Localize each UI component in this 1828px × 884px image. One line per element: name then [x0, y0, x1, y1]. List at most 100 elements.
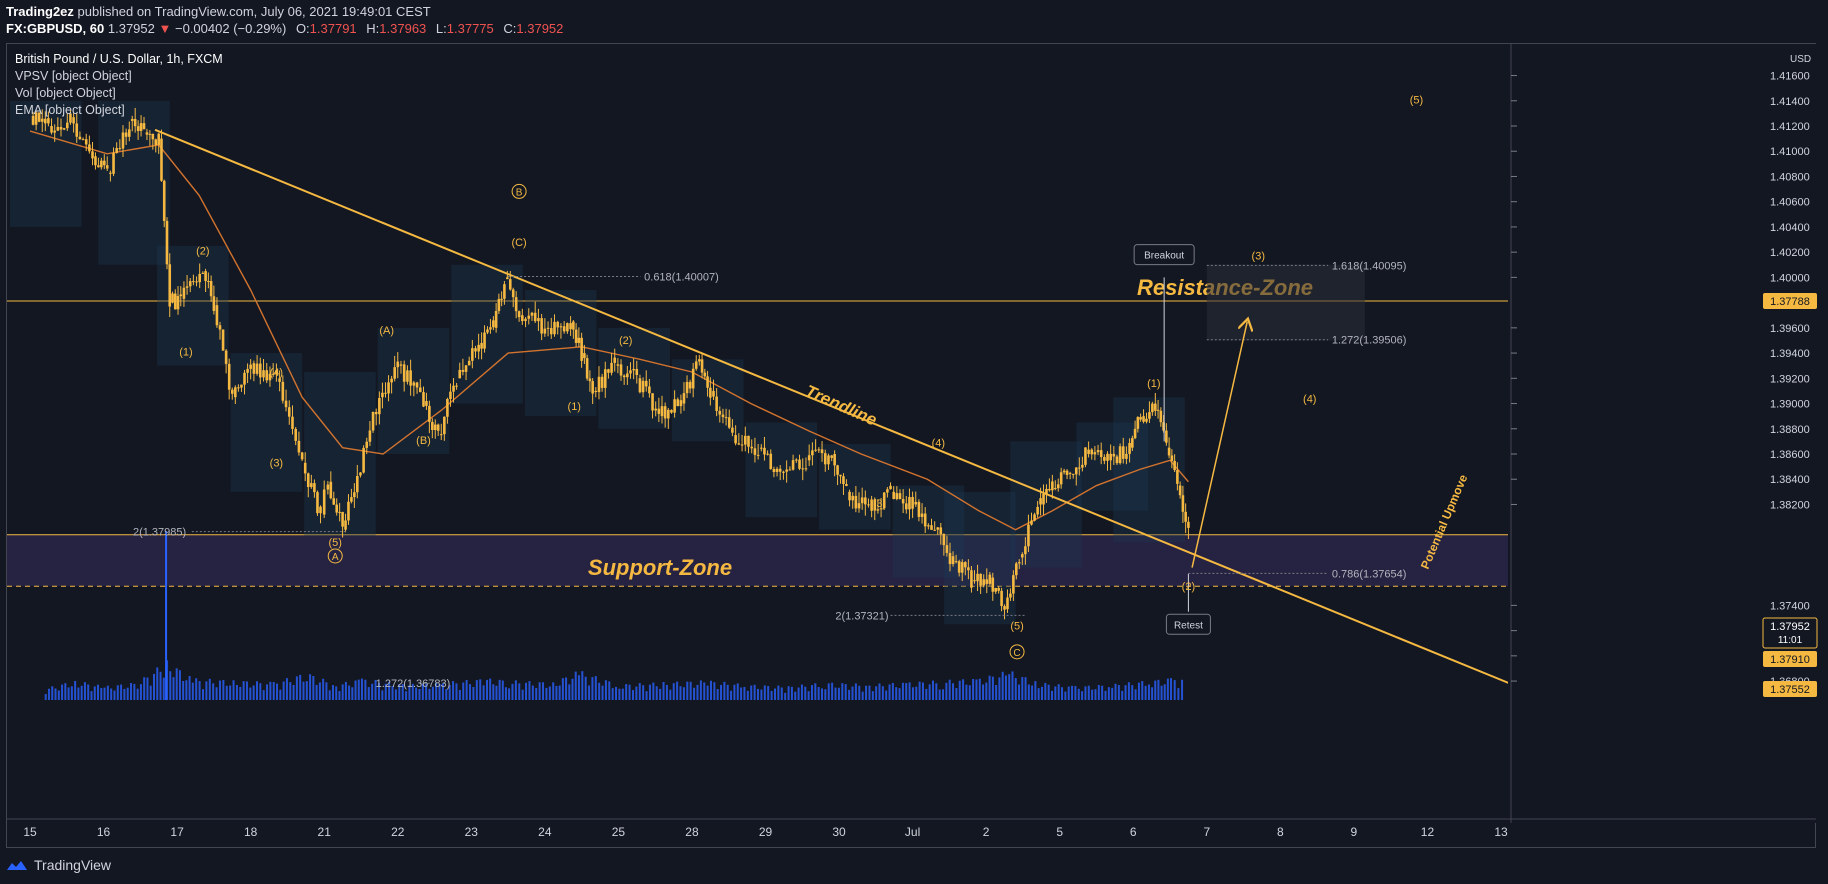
candle-body — [204, 271, 207, 282]
candle-body — [945, 545, 949, 553]
volume-bar — [1044, 682, 1047, 700]
fib-level-label: 0.786(1.37654) — [1332, 568, 1407, 580]
legend-ema[interactable]: EMA [object Object] — [15, 103, 125, 117]
volume-bar — [938, 689, 941, 700]
volume-bar — [331, 685, 334, 700]
volume-bar — [1121, 690, 1124, 700]
volume-bar — [898, 688, 901, 700]
candle-body — [237, 387, 240, 389]
candle-body — [1074, 467, 1078, 475]
volume-bar — [814, 683, 817, 700]
price-tick-label: 1.39600 — [1770, 323, 1810, 335]
candle-body — [1128, 442, 1131, 454]
legend-title[interactable]: British Pound / U.S. Dollar, 1h, FXCM — [15, 52, 223, 66]
candle-body — [727, 417, 731, 428]
price-chart[interactable]: Support-ZoneResistance-Zone Trendline0.6… — [0, 0, 1828, 884]
volume-bar — [1097, 685, 1100, 700]
volume-bar — [1177, 688, 1180, 700]
volume-bar — [975, 679, 978, 700]
volume-bar — [44, 694, 47, 700]
volume-bar — [804, 686, 807, 700]
candle-body — [492, 320, 495, 328]
volume-profile-block — [819, 443, 891, 530]
volume-bar — [968, 685, 971, 700]
volume-bar — [405, 691, 408, 700]
volume-bar — [511, 683, 514, 700]
volume-bar — [615, 686, 618, 700]
volume-bar — [1047, 684, 1050, 700]
candle-body — [474, 348, 477, 352]
volume-bar — [110, 688, 113, 700]
candle-body — [638, 378, 642, 393]
fib-level-label: 2(1.37321) — [835, 610, 888, 622]
volume-bar — [787, 686, 790, 700]
volume-bar — [888, 684, 891, 700]
volume-bar — [648, 684, 651, 700]
volume-bar — [581, 671, 584, 700]
candle-body — [477, 344, 480, 352]
volume-bar — [1008, 674, 1011, 700]
volume-bar — [299, 674, 302, 700]
candle-body — [1093, 452, 1097, 455]
volume-bar — [767, 685, 770, 700]
volume-bar — [1057, 684, 1060, 700]
legend-vpsv[interactable]: VPSV [object Object] — [15, 69, 132, 83]
candle-body — [162, 180, 166, 221]
wave-label: (5) — [1410, 94, 1423, 106]
volume-bar — [341, 684, 344, 700]
volume-bar — [1141, 681, 1144, 700]
volume-bar — [178, 670, 181, 700]
candle-body — [734, 435, 737, 444]
volume-bar — [1084, 686, 1087, 700]
volume-bar — [574, 671, 577, 700]
volume-bar — [868, 685, 871, 700]
volume-bar — [611, 688, 614, 700]
volume-bar — [972, 679, 975, 700]
price-axis-unit: USD — [1790, 54, 1811, 65]
volume-bar — [991, 676, 994, 700]
candle-body — [329, 481, 333, 499]
candle-body — [1112, 453, 1116, 457]
candle-body — [81, 139, 85, 141]
candle-body — [1068, 472, 1072, 474]
volume-bar — [942, 689, 945, 700]
volume-bar — [750, 685, 753, 700]
legend-volume[interactable]: Vol [object Object] — [15, 86, 116, 100]
candle-body — [549, 328, 553, 335]
candle-body — [712, 390, 715, 397]
candle-body — [215, 305, 219, 326]
volume-bar — [645, 691, 648, 700]
candle-body — [514, 297, 518, 312]
volume-bar — [770, 690, 773, 700]
volume-bar — [159, 671, 162, 700]
volume-bar — [1037, 688, 1040, 700]
candle-body — [1133, 428, 1137, 439]
candle-body — [115, 148, 118, 153]
time-tick-label: 30 — [832, 825, 846, 839]
volume-bar — [479, 679, 482, 700]
volume-bar — [269, 681, 272, 700]
candle-body — [249, 364, 252, 369]
footer-brand[interactable]: TradingView — [34, 857, 111, 873]
candle-body — [322, 489, 326, 515]
fib-level-label: 1.272(1.39506) — [1332, 335, 1407, 347]
price-tick-label: 1.37400 — [1770, 600, 1810, 612]
volume-bar — [169, 671, 172, 700]
volume-bar — [70, 686, 73, 700]
volume-bar — [318, 682, 321, 700]
candle-body — [1103, 457, 1106, 461]
volume-bar — [239, 686, 242, 700]
time-tick-label: 9 — [1351, 825, 1358, 839]
volume-bar — [445, 689, 448, 700]
candle-body — [483, 332, 486, 349]
candle-body — [782, 471, 785, 473]
candle-body — [44, 118, 47, 124]
volume-bar — [621, 688, 624, 700]
candle-body — [1184, 511, 1187, 522]
candle-body — [1165, 430, 1168, 443]
volume-bar — [693, 687, 696, 700]
volume-bar — [188, 676, 191, 700]
volume-bar — [77, 687, 80, 700]
candle-body — [341, 511, 344, 527]
volume-bar — [631, 690, 634, 700]
